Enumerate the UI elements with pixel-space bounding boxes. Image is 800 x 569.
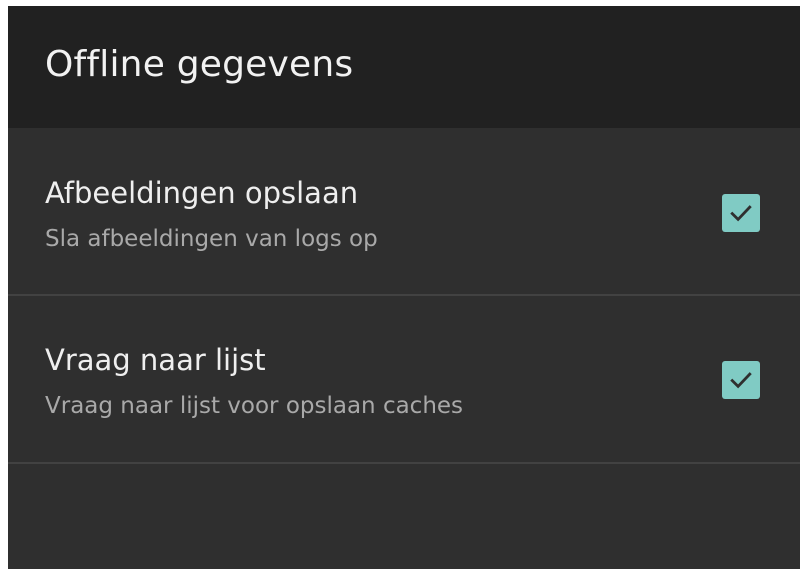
settings-screen: Offline gegevens Afbeeldingen opslaan Sl… [8, 6, 800, 569]
save-images-checkbox[interactable] [722, 194, 760, 232]
action-bar: Offline gegevens [8, 6, 800, 128]
preference-summary: Sla afbeeldingen van logs op [45, 226, 378, 252]
checkmark-icon [730, 205, 752, 222]
preference-save-images[interactable]: Afbeeldingen opslaan Sla afbeeldingen va… [8, 128, 800, 296]
preference-ask-for-list[interactable]: Vraag naar lijst Vraag naar lijst voor o… [8, 296, 800, 464]
preference-title: Afbeeldingen opslaan [45, 176, 359, 210]
checkmark-icon [730, 372, 752, 389]
preference-summary: Vraag naar lijst voor opslaan caches [45, 393, 464, 419]
preference-title: Vraag naar lijst [45, 343, 266, 377]
ask-for-list-checkbox[interactable] [722, 361, 760, 399]
page-title: Offline gegevens [45, 43, 354, 85]
